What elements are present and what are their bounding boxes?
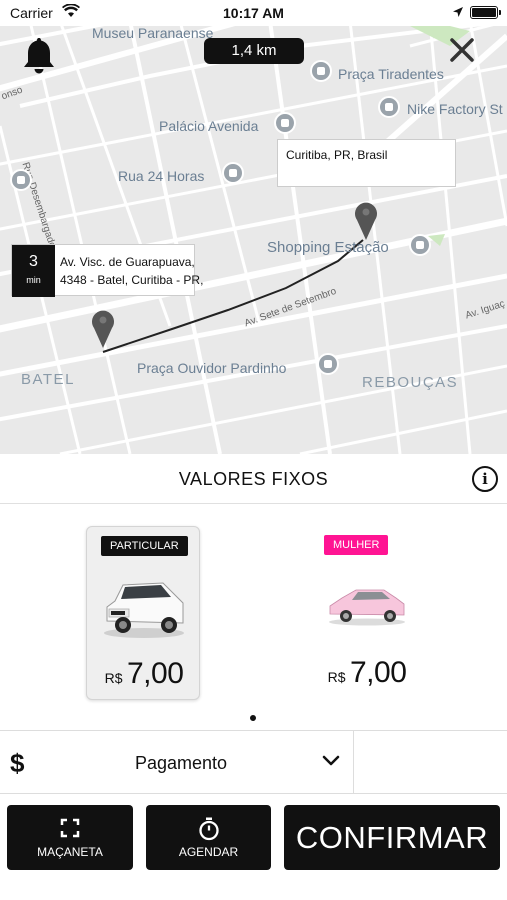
fares-header: VALORES FIXOS i [0, 454, 507, 504]
page-indicator-dot[interactable] [250, 715, 256, 721]
price-value: 7,00 [349, 656, 407, 689]
chevron-down-icon [322, 755, 340, 766]
info-icon[interactable]: i [472, 466, 498, 492]
macaneta-label: MAÇANETA [37, 845, 103, 859]
distance-badge: 1,4 km [204, 38, 304, 64]
clock: 10:17 AM [223, 5, 284, 21]
poi-icon [10, 169, 32, 191]
expand-icon [60, 818, 80, 838]
place-label: Palácio Avenida [159, 118, 259, 134]
vehicle-price: R$ 7,00 [87, 657, 201, 691]
payment-selector[interactable]: $ Pagamento [0, 730, 507, 795]
close-icon[interactable] [448, 36, 476, 64]
poi-icon [317, 353, 339, 375]
place-label: Praça Tiradentes [338, 66, 444, 82]
battery-icon [470, 6, 501, 19]
eta-badge: 3 min [12, 245, 55, 297]
payment-label: Pagamento [135, 753, 228, 773]
vehicle-carousel[interactable]: PARTICULAR R$ 7,00 MULHER R$ 7,00 [0, 504, 507, 730]
vehicle-option-mulher[interactable]: MULHER R$ 7,00 [310, 526, 424, 700]
pink-car-icon [329, 589, 405, 626]
place-label: Rua 24 Horas [118, 168, 205, 184]
confirm-button[interactable]: CONFIRMAR [284, 805, 500, 870]
vehicle-price: R$ 7,00 [310, 656, 424, 690]
dollar-icon: $ [10, 748, 25, 778]
origin-address-line: 4348 - Batel, Curitiba - PR, [60, 273, 204, 287]
place-label: Nike Factory St [407, 101, 503, 117]
destination-pin-icon [355, 202, 377, 240]
eta-value: 3 [29, 253, 38, 270]
agendar-button[interactable]: AGENDAR [146, 805, 271, 870]
currency-label: R$ [104, 670, 123, 686]
white-car-icon [104, 582, 184, 638]
place-label: Praça Ouvidor Pardinho [137, 360, 287, 376]
bell-icon[interactable] [22, 36, 56, 76]
poi-icon [222, 162, 244, 184]
location-arrow-icon [453, 7, 463, 17]
vehicle-badge: PARTICULAR [101, 536, 188, 556]
price-value: 7,00 [126, 657, 184, 690]
district-label: BATEL [21, 371, 75, 388]
origin-address: Av. Visc. de Guarapuava, 4348 - Batel, C… [60, 253, 203, 289]
currency-label: R$ [327, 669, 346, 685]
origin-address-line: Av. Visc. de Guarapuava, [60, 255, 195, 269]
stopwatch-icon [198, 817, 219, 841]
place-label: Museu Paranaense [92, 26, 214, 41]
vehicle-option-particular[interactable]: PARTICULAR R$ 7,00 [86, 526, 200, 700]
destination-label: Curitiba, PR, Brasil [286, 148, 388, 162]
poi-icon [378, 96, 400, 118]
destination-callout[interactable]: Curitiba, PR, Brasil [277, 139, 456, 187]
district-label: REBOUÇAS [362, 374, 459, 391]
origin-callout[interactable]: 3 min Av. Visc. de Guarapuava, 4348 - Ba… [11, 244, 203, 297]
macaneta-button[interactable]: MAÇANETA [7, 805, 133, 870]
map-view[interactable]: Museu Paranaense Praça Tiradentes Nike F… [0, 26, 507, 454]
action-bar: MAÇANETA AGENDAR CONFIRMAR [0, 794, 507, 900]
divider [353, 731, 354, 795]
vehicle-badge: MULHER [324, 535, 389, 555]
status-bar: Carrier 10:17 AM [0, 0, 507, 26]
poi-icon [409, 234, 431, 256]
poi-icon [274, 112, 296, 134]
poi-icon [310, 60, 332, 82]
panel-title: VALORES FIXOS [178, 469, 329, 489]
eta-unit: min [26, 275, 41, 285]
agendar-label: AGENDAR [178, 845, 239, 859]
place-label: Shopping Estação [267, 239, 389, 256]
origin-pin-icon [92, 310, 114, 348]
